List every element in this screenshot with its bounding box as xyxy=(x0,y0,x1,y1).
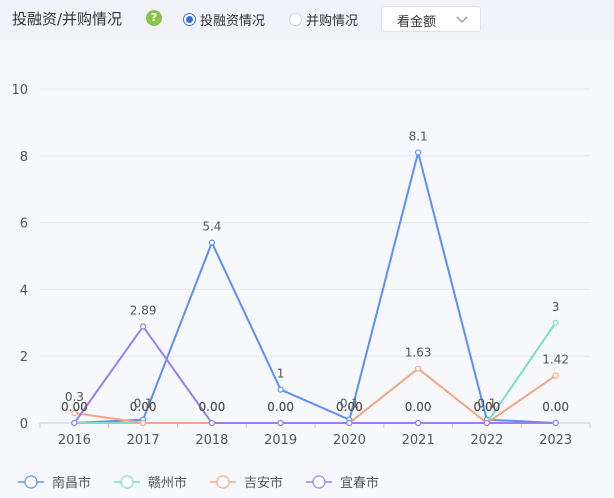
data-label: 0.00 xyxy=(61,400,88,414)
x-tick-label: 2020 xyxy=(333,433,366,448)
y-tick-label: 2 xyxy=(20,350,28,365)
data-point xyxy=(346,419,353,427)
legend-marker xyxy=(216,475,230,489)
data-label: 0.00 xyxy=(130,400,157,414)
data-point xyxy=(415,365,422,372)
y-tick-label: 6 xyxy=(20,217,28,232)
series-line xyxy=(74,152,556,424)
data-label: 1.42 xyxy=(542,353,569,367)
data-point xyxy=(415,419,422,427)
y-tick-label: 8 xyxy=(20,150,28,165)
y-tick-label: 0 xyxy=(20,417,28,432)
data-point xyxy=(277,419,284,427)
data-label: 0.00 xyxy=(474,400,501,414)
data-point xyxy=(71,419,78,427)
data-label: 0.00 xyxy=(267,400,294,414)
x-tick-label: 2021 xyxy=(402,433,435,448)
data-label: 0.00 xyxy=(336,400,363,414)
data-point xyxy=(277,386,284,393)
data-point xyxy=(140,323,147,330)
data-label: 1 xyxy=(277,367,285,381)
legend-marker xyxy=(120,475,134,489)
x-tick-label: 2017 xyxy=(127,433,160,448)
legend-label: 南昌市 xyxy=(52,475,91,491)
data-point xyxy=(552,372,559,379)
x-tick-label: 2019 xyxy=(264,433,297,448)
data-label: 3 xyxy=(552,300,560,314)
legend-marker xyxy=(312,475,326,489)
x-tick-label: 2018 xyxy=(195,433,228,448)
y-tick-label: 4 xyxy=(20,283,28,298)
data-point xyxy=(208,239,215,246)
y-tick-label: 10 xyxy=(11,83,28,98)
data-point xyxy=(483,419,490,427)
data-label: 0.00 xyxy=(405,400,432,414)
legend-label: 吉安市 xyxy=(244,475,283,491)
data-point xyxy=(552,319,559,326)
data-label: 2.89 xyxy=(130,303,157,317)
data-label: 0.00 xyxy=(542,400,569,414)
x-tick-label: 2023 xyxy=(539,433,572,448)
x-tick-label: 2022 xyxy=(470,433,503,448)
data-label: 8.1 xyxy=(409,129,428,143)
data-point xyxy=(552,419,559,427)
legend-label: 宜春市 xyxy=(340,475,379,491)
data-point xyxy=(208,419,215,427)
data-label: 5.4 xyxy=(202,220,221,234)
x-tick-label: 2016 xyxy=(58,433,91,448)
legend-marker xyxy=(24,475,38,489)
line-chart: 0 2 4 6 8 10 2016 2017 2018 2019 2020 2021 2022 2023 0… xyxy=(11,83,591,491)
legend-label: 赣州市 xyxy=(148,475,187,491)
data-point xyxy=(415,149,422,156)
data-label: 0.00 xyxy=(199,400,226,414)
data-label: 1.63 xyxy=(405,346,432,360)
data-point xyxy=(140,419,147,427)
